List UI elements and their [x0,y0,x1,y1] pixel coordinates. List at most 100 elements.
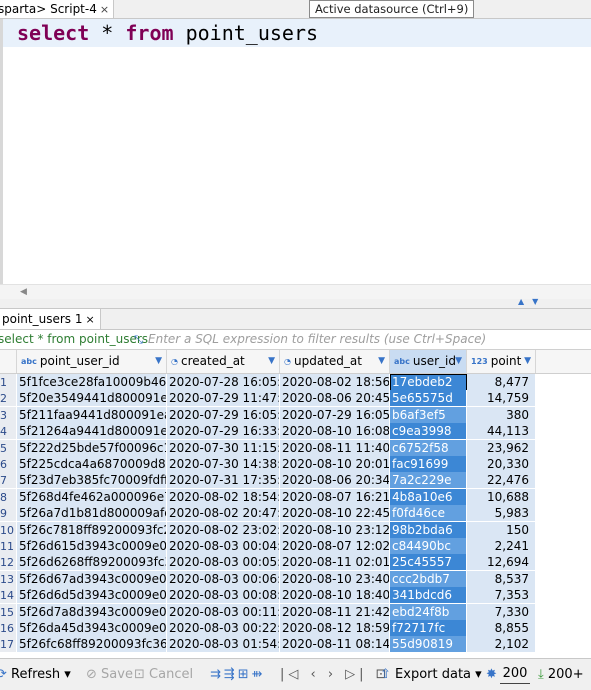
export-data-button[interactable]: ⇧ Export data ▾ [380,666,482,683]
cell-updated-at[interactable]: 2020-08-10 18:40:40 [280,587,390,605]
cell-user-id[interactable]: 7a2c229e [390,472,467,490]
table-row[interactable]: 25f20e3549441d800091eab5e2020-07-29 11:4… [0,390,591,408]
column-header-created-at[interactable]: ◔ created_at ▼ [167,350,280,373]
table-row[interactable]: 125f26d6268ff89200093fc3452020-08-03 00:… [0,554,591,572]
cell-point-user-id[interactable]: 5f26d6268ff89200093fc345 [17,554,167,572]
cell-point[interactable]: 7,330 [467,603,536,621]
cell-point[interactable]: 8,537 [467,570,536,588]
cell-updated-at[interactable]: 2020-08-10 22:45:09 [280,505,390,523]
close-icon[interactable]: × [85,313,94,326]
cell-created-at[interactable]: 2020-07-29 16:05:14 [167,406,280,424]
cell-point-user-id[interactable]: 5f26fc68ff89200093fc362 [17,636,167,652]
column-header-point-user-id[interactable]: abc point_user_id ▼ [17,350,167,373]
fetch-size-input[interactable]: 200 [500,664,530,684]
cell-updated-at[interactable]: 2020-08-07 16:21:27 [280,488,390,506]
table-row[interactable]: 35f211faa9441d800091ead4f2020-07-29 16:0… [0,406,591,424]
cell-updated-at[interactable]: 2020-08-11 11:40:34 [280,439,390,457]
cell-point-user-id[interactable]: 5f26d7a8d3943c0009e065b7 [17,603,167,621]
cell-created-at[interactable]: 2020-08-03 00:08:05 [167,587,280,605]
sort-arrow-icon[interactable]: ▼ [455,350,462,373]
column-header-user-id[interactable]: abc user_id ▼ [390,350,467,373]
cell-user-id[interactable]: fac91699 [390,456,467,473]
page-navigation-icons[interactable]: |◁ ‹ › ▷| ⊡ [280,666,391,683]
cell-user-id[interactable]: b6af3ef5 [390,406,467,424]
table-row[interactable]: 55f222d25bde57f00096c1b4c2020-07-30 11:1… [0,439,591,457]
cell-created-at[interactable]: 2020-07-30 11:15:01 [167,439,280,457]
sql-statement[interactable]: select * from point_users [17,20,318,46]
cell-user-id[interactable]: 25c45557 [390,554,467,572]
cell-user-id[interactable]: c6752f58 [390,439,467,457]
cell-created-at[interactable]: 2020-08-03 00:22:46 [167,620,280,637]
table-row[interactable]: 155f26d7a8d3943c0009e065b72020-08-03 00:… [0,603,591,621]
sort-arrow-icon[interactable]: ▼ [155,350,162,373]
cell-point[interactable]: 5,983 [467,505,536,523]
cell-point[interactable]: 2,102 [467,636,536,652]
filter-input[interactable]: Enter a SQL expression to filter results… [148,330,486,349]
scroll-left-icon[interactable]: ◀ [20,285,27,299]
column-header-updated-at[interactable]: ◔ updated_at ▼ [280,350,390,373]
column-header-point[interactable]: 123 point ▼ [467,350,536,373]
cell-point-user-id[interactable]: 5f225cdca4a6870009d8c96e [17,456,167,473]
cell-updated-at[interactable]: 2020-07-29 16:05:24 [280,406,390,424]
cell-point-user-id[interactable]: 5f23d7eb385fc70009fdff75 [17,472,167,490]
save-button[interactable]: ⊘ Save [86,666,133,683]
cell-created-at[interactable]: 2020-08-03 00:04:54 [167,538,280,555]
table-row[interactable]: 45f21264a9441d800091eae342020-07-29 16:3… [0,423,591,441]
cell-point-user-id[interactable]: 5f211faa9441d800091ead4f [17,406,167,424]
cell-point[interactable]: 2,241 [467,538,536,555]
table-row[interactable]: 115f26d615d3943c0009e065af2020-08-03 00:… [0,538,591,555]
row-edit-icons[interactable]: ⇉⇶⊞⇻ [210,666,266,683]
cell-point[interactable]: 12,694 [467,554,536,572]
cell-updated-at[interactable]: 2020-08-10 23:40:24 [280,570,390,588]
cell-updated-at[interactable]: 2020-08-11 21:42:48 [280,603,390,621]
cell-user-id[interactable]: f72717fc [390,620,467,637]
cell-updated-at[interactable]: 2020-08-10 23:12:03 [280,521,390,539]
cell-point[interactable]: 8,855 [467,620,536,637]
cell-user-id[interactable]: 341bdcd6 [390,587,467,605]
cell-updated-at[interactable]: 2020-08-06 20:45:34 [280,390,390,408]
table-row[interactable]: 135f26d67ad3943c0009e065b22020-08-03 00:… [0,570,591,588]
cell-user-id[interactable]: 98b2bda6 [390,521,467,539]
cell-point[interactable]: 380 [467,406,536,424]
cell-point[interactable]: 44,113 [467,423,536,441]
cell-updated-at[interactable]: 2020-08-10 16:08:03 [280,423,390,441]
cell-point-user-id[interactable]: 5f268d4fe462a000096e751d [17,488,167,506]
gear-icon[interactable]: ✸ [486,666,497,683]
cell-point[interactable]: 7,353 [467,587,536,605]
cell-created-at[interactable]: 2020-08-03 00:11:36 [167,603,280,621]
cell-updated-at[interactable]: 2020-08-02 18:56:33 [280,374,390,391]
cell-user-id[interactable]: f0fd46ce [390,505,467,523]
table-row[interactable]: 17 5f26fc68ff89200093fc362 2020-08-03 01:5… [0,636,591,652]
cell-point-user-id[interactable]: 5f26d67ad3943c0009e065b2 [17,570,167,588]
editor-horizontal-scrollbar[interactable]: ◀ [0,284,591,299]
cell-created-at[interactable]: 2020-07-31 17:35:55 [167,472,280,490]
cell-user-id[interactable]: c84490bc [390,538,467,555]
cell-point-user-id[interactable]: 5f20e3549441d800091eab5e [17,390,167,408]
sort-arrow-icon[interactable]: ▼ [378,350,385,373]
cell-created-at[interactable]: 2020-08-03 00:06:35 [167,570,280,588]
chevron-down-icon[interactable]: ▾ [64,667,71,682]
cell-created-at[interactable]: 2020-07-28 16:05:33 [167,374,280,391]
table-row[interactable]: 105f26c7818ff89200093fc2e42020-08-02 23:… [0,521,591,539]
close-icon[interactable]: × [100,3,109,16]
cell-user-id[interactable]: 17ebdeb2 [390,374,467,391]
sort-arrow-icon[interactable]: ▼ [524,350,531,373]
refresh-button[interactable]: ⟳ Refresh ▾ [0,666,71,683]
cell-updated-at[interactable]: 2020-08-06 20:34:40 [280,472,390,490]
cell-user-id[interactable]: ebd24f8b [390,603,467,621]
cell-created-at[interactable]: 2020-08-03 00:05:10 [167,554,280,572]
cell-created-at[interactable]: 2020-08-02 20:47:29 [167,505,280,523]
cell-created-at[interactable]: 2020-07-30 14:38:36 [167,456,280,473]
sql-editor[interactable]: select * from point_users [0,19,591,284]
table-row[interactable]: 95f26a7d1b81d800009afde822020-08-02 20:4… [0,505,591,523]
cell-point[interactable]: 22,476 [467,472,536,490]
cell-updated-at[interactable]: 2020-08-07 12:02:16 [280,538,390,555]
tab-point-users-1[interactable]: point_users 1 × [0,309,101,329]
tab-script-4[interactable]: sparta> Script-4 × [0,0,115,18]
table-row[interactable]: 75f23d7eb385fc70009fdff752020-07-31 17:3… [0,472,591,490]
fetch-more-button[interactable]: ⤓ 200+ [538,666,584,683]
table-row[interactable]: 65f225cdca4a6870009d8c96e2020-07-30 14:3… [0,456,591,473]
cell-user-id[interactable]: ccc2bdb7 [390,570,467,588]
table-row[interactable]: 85f268d4fe462a000096e751d2020-08-02 18:5… [0,488,591,506]
cell-user-id[interactable]: 5e65575d [390,390,467,408]
